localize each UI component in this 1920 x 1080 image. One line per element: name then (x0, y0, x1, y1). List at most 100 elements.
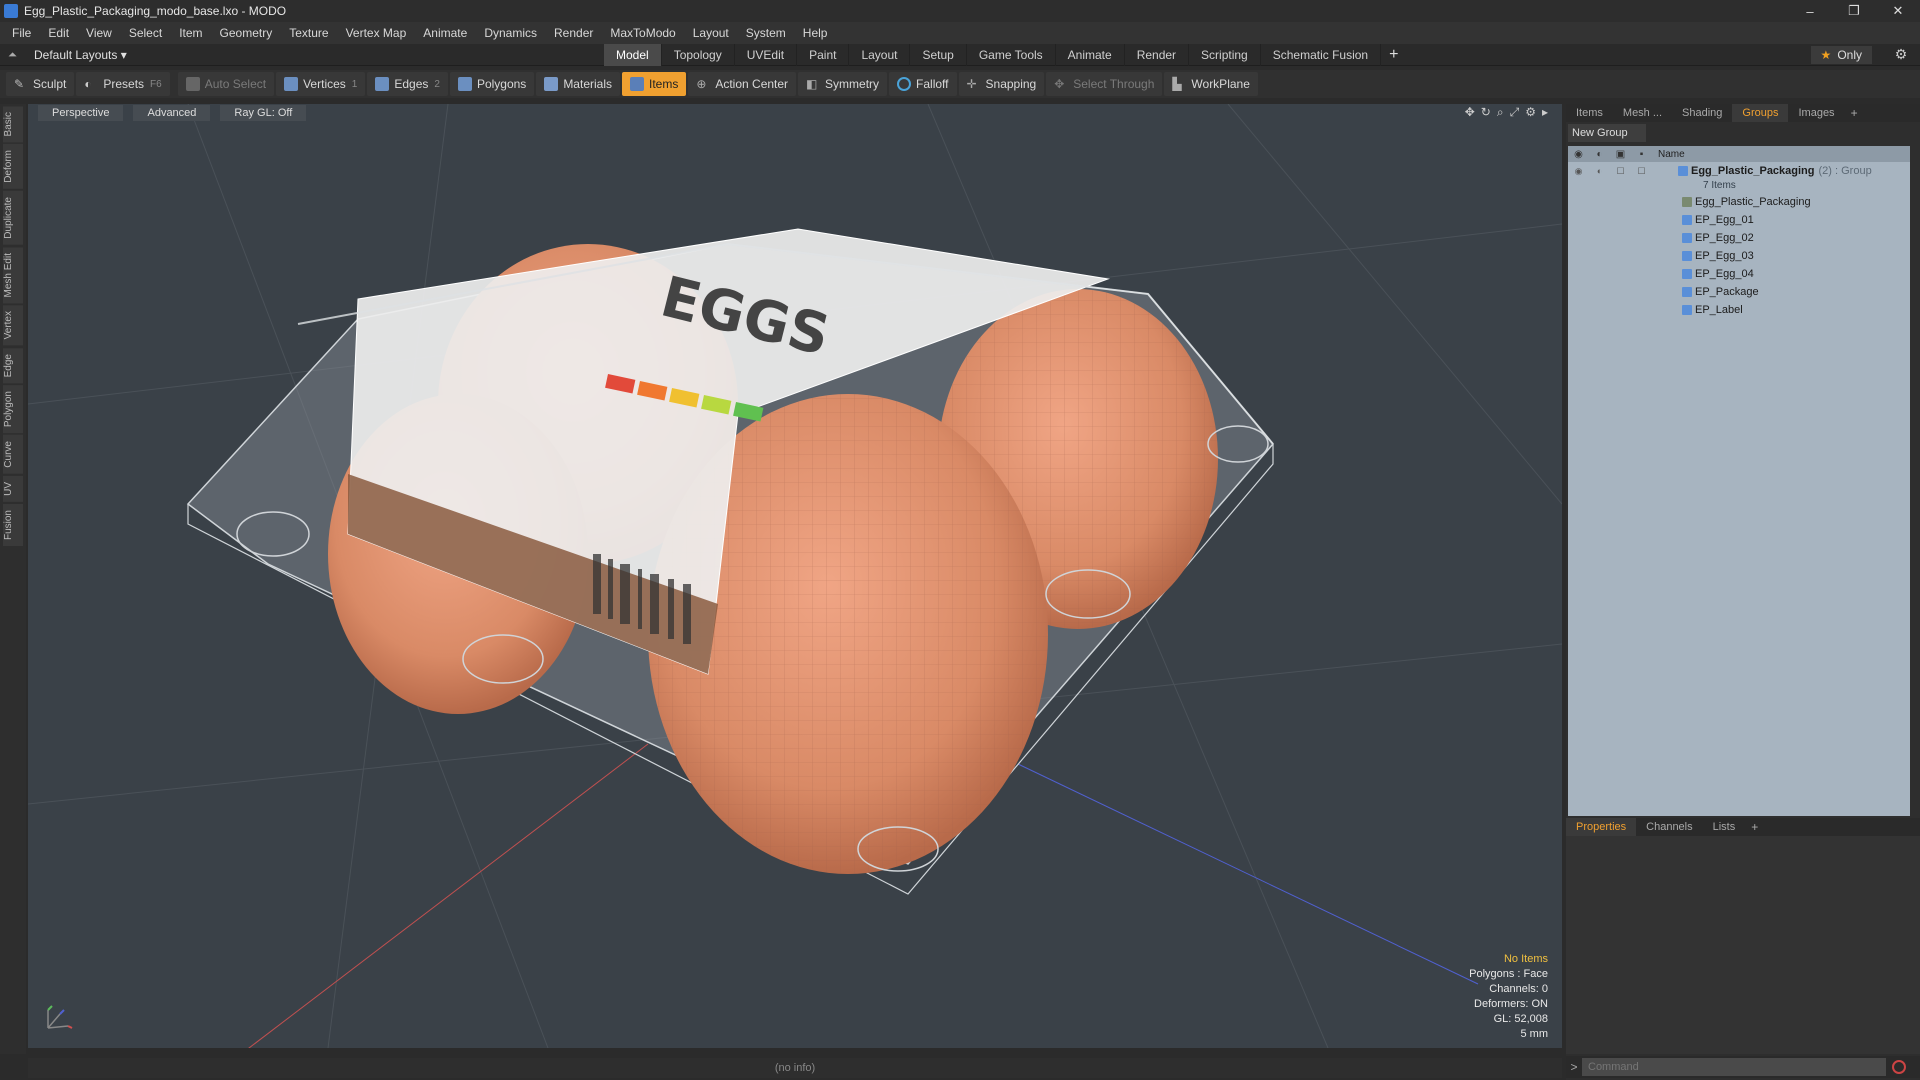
tab-topology[interactable]: Topology (662, 44, 735, 66)
select-column-icon[interactable]: ▪ (1631, 149, 1652, 160)
vtab-deform[interactable]: Deform (3, 144, 23, 190)
only-toggle-button[interactable]: ★ Only (1810, 46, 1872, 64)
material-icon (544, 77, 559, 91)
zoom-view-icon[interactable]: ⌕ (1497, 105, 1504, 120)
collapse-icon[interactable]: ⏶ (8, 49, 20, 61)
tab-lists[interactable]: Lists (1703, 818, 1746, 836)
add-panel-tab-icon[interactable]: + (1845, 106, 1864, 120)
record-macro-icon[interactable] (1892, 1060, 1906, 1074)
menu-layout[interactable]: Layout (687, 22, 740, 44)
select-through-button[interactable]: ✥ Select Through (1046, 72, 1163, 96)
menu-texture[interactable]: Texture (283, 22, 339, 44)
menu-help[interactable]: Help (797, 22, 839, 44)
tab-animate[interactable]: Animate (1056, 44, 1125, 66)
menu-maxtomodo[interactable]: MaxToModo (604, 22, 686, 44)
tab-channels[interactable]: Channels (1636, 818, 1702, 836)
vtab-vertex[interactable]: Vertex (3, 305, 23, 346)
layout-preset-dropdown[interactable]: ⏶ Default Layouts ▾ (8, 48, 127, 62)
snapping-button[interactable]: ✛ Snapping (958, 72, 1045, 96)
lock-column-icon[interactable]: ▣ (1610, 149, 1631, 160)
render-column-icon[interactable]: ◐ (1589, 149, 1610, 160)
tab-model[interactable]: Model (604, 44, 662, 66)
tree-row-group[interactable]: ◉ ◐ ☐ ☐ Egg_Plastic_Packaging (2) : Group (1568, 162, 1910, 180)
vtab-polygon[interactable]: Polygon (3, 385, 23, 434)
close-button[interactable]: ✕ (1876, 0, 1920, 22)
tab-properties[interactable]: Properties (1566, 818, 1637, 836)
shading-mode-button[interactable]: Advanced (133, 105, 211, 121)
fit-view-icon[interactable]: ⤢ (1510, 105, 1520, 120)
menu-render[interactable]: Render (548, 22, 604, 44)
tab-schematic-fusion[interactable]: Schematic Fusion (1261, 44, 1382, 66)
render-icon[interactable]: ◐ (1589, 166, 1610, 177)
view-mode-button[interactable]: Perspective (38, 105, 124, 121)
add-tab-icon[interactable]: + (1381, 44, 1406, 66)
menu-vertex-map[interactable]: Vertex Map (340, 22, 418, 44)
presets-button[interactable]: ◐ Presets F6 (76, 72, 170, 96)
new-group-button[interactable]: New Group (1568, 124, 1646, 142)
action-center-button[interactable]: ⊕ Action Center (688, 72, 797, 96)
menu-view[interactable]: View (80, 22, 123, 44)
menu-dynamics[interactable]: Dynamics (478, 22, 548, 44)
tab-layout[interactable]: Layout (849, 44, 911, 66)
workplane-button[interactable]: ▙ WorkPlane (1164, 72, 1258, 96)
menu-select[interactable]: Select (123, 22, 173, 44)
eye-icon[interactable]: ◉ (1568, 166, 1589, 177)
vtab-duplicate[interactable]: Duplicate (3, 191, 23, 245)
select-icon[interactable]: ☐ (1631, 166, 1652, 177)
falloff-button[interactable]: Falloff (889, 72, 957, 96)
tab-items[interactable]: Items (1566, 104, 1613, 122)
tab-setup[interactable]: Setup (910, 44, 967, 66)
materials-button[interactable]: Materials (536, 72, 620, 96)
vtab-uv[interactable]: UV (3, 475, 23, 502)
menu-animate[interactable]: Animate (417, 22, 478, 44)
name-column-header[interactable]: Name (1658, 149, 1685, 160)
tree-row-item[interactable]: Egg_Plastic_Packaging (1568, 193, 1910, 211)
move-view-icon[interactable]: ✥ (1465, 105, 1475, 120)
tab-scripting[interactable]: Scripting (1189, 44, 1261, 66)
menu-file[interactable]: File (6, 22, 42, 44)
items-button[interactable]: Items (622, 72, 687, 96)
mesh-icon (1682, 215, 1692, 225)
vtab-mesh-edit[interactable]: Mesh Edit (3, 246, 23, 304)
vtab-curve[interactable]: Curve (3, 435, 23, 474)
vtab-fusion[interactable]: Fusion (3, 503, 23, 546)
tree-row-item[interactable]: EP_Egg_02 (1568, 229, 1910, 247)
auto-select-button[interactable]: Auto Select (177, 72, 275, 96)
tab-shading[interactable]: Shading (1672, 104, 1732, 122)
tab-groups[interactable]: Groups (1732, 104, 1789, 122)
menu-edit[interactable]: Edit (42, 22, 80, 44)
tree-row-item[interactable]: EP_Egg_03 (1568, 247, 1910, 265)
raygl-button[interactable]: Ray GL: Off (220, 105, 307, 121)
tree-row-item[interactable]: EP_Egg_01 (1568, 211, 1910, 229)
symmetry-button[interactable]: ◧ Symmetry (798, 72, 888, 96)
viewport-menu-icon[interactable]: ▸ (1542, 105, 1548, 120)
gear-icon[interactable]: ⚙ (1892, 46, 1910, 64)
visibility-column-icon[interactable]: ◉ (1568, 149, 1589, 160)
3d-viewport[interactable]: EGGS Perspective Advanced Ray GL: Off ✥ … (28, 104, 1562, 1048)
tree-row-item[interactable]: EP_Package (1568, 283, 1910, 301)
tab-paint[interactable]: Paint (797, 44, 850, 66)
rotate-view-icon[interactable]: ↻ (1481, 105, 1491, 120)
vertices-button[interactable]: Vertices 1 (276, 72, 366, 96)
vtab-basic[interactable]: Basic (3, 106, 23, 143)
add-props-tab-icon[interactable]: + (1745, 820, 1764, 834)
tree-row-item[interactable]: EP_Egg_04 (1568, 265, 1910, 283)
tree-row-item[interactable]: EP_Label (1568, 301, 1910, 319)
minimize-button[interactable]: – (1788, 0, 1832, 22)
tab-game-tools[interactable]: Game Tools (967, 44, 1056, 66)
sculpt-button[interactable]: ✎ Sculpt (6, 72, 75, 96)
tab-render[interactable]: Render (1125, 44, 1190, 66)
maximize-button[interactable]: ❐ (1832, 0, 1876, 22)
edges-button[interactable]: Edges 2 (367, 72, 448, 96)
viewport-settings-icon[interactable]: ⚙ (1525, 105, 1536, 120)
menu-geometry[interactable]: Geometry (214, 22, 284, 44)
tab-images[interactable]: Images (1788, 104, 1844, 122)
tab-uvedit[interactable]: UVEdit (735, 44, 798, 66)
lock-icon[interactable]: ☐ (1610, 166, 1631, 177)
tab-mesh[interactable]: Mesh ... (1613, 104, 1672, 122)
command-input[interactable] (1582, 1058, 1886, 1076)
polygons-button[interactable]: Polygons (449, 72, 535, 96)
menu-item[interactable]: Item (173, 22, 213, 44)
menu-system[interactable]: System (740, 22, 797, 44)
vtab-edge[interactable]: Edge (3, 347, 23, 384)
